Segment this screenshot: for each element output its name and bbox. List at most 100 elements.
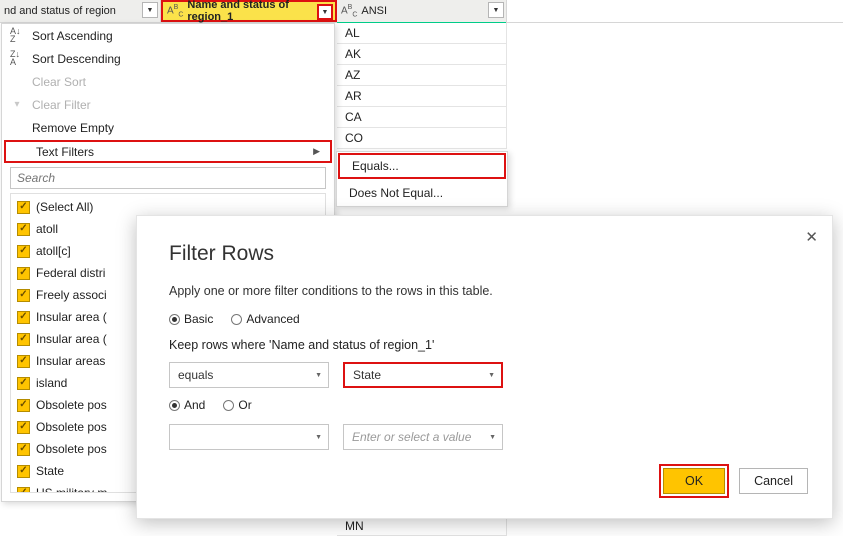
cell[interactable]: CO	[337, 128, 507, 149]
dialog-buttons: OK Cancel	[659, 464, 808, 498]
checkbox-checked-icon[interactable]	[17, 355, 30, 368]
checkbox-checked-icon[interactable]	[17, 333, 30, 346]
value-label: island	[36, 376, 67, 390]
menu-label: Sort Ascending	[32, 29, 113, 43]
text-filters-submenu: Equals... Does Not Equal...	[336, 151, 508, 207]
dropdown-icon[interactable]: ▼	[488, 2, 504, 18]
caret-down-icon: ▼	[488, 372, 495, 379]
mode-basic[interactable]: Basic	[169, 312, 213, 326]
mode-radios: Basic Advanced	[169, 312, 800, 326]
value-label: (Select All)	[36, 200, 93, 214]
cell[interactable]: AR	[337, 86, 507, 107]
menu-label: Text Filters	[36, 145, 94, 159]
checkbox-checked-icon[interactable]	[17, 399, 30, 412]
checkbox-checked-icon[interactable]	[17, 289, 30, 302]
ok-highlight: OK	[659, 464, 729, 498]
search-input[interactable]	[10, 167, 326, 189]
cell[interactable]: AK	[337, 44, 507, 65]
sort-ascending[interactable]: A↓Z Sort Ascending	[2, 24, 334, 47]
combiner-radios: And Or	[169, 398, 800, 412]
checkbox-checked-icon[interactable]	[17, 201, 30, 214]
menu-label: Clear Filter	[32, 98, 91, 112]
value-label: Obsolete pos	[36, 420, 107, 434]
condition-row-2: ▼ Enter or select a value▼	[169, 424, 800, 450]
cell[interactable]: AZ	[337, 65, 507, 86]
placeholder: Enter or select a value	[352, 430, 471, 444]
caret-down-icon: ▼	[315, 372, 322, 379]
operator-select-2[interactable]: ▼	[169, 424, 329, 450]
radio-label: And	[184, 398, 205, 412]
clear-filter-icon: ▾	[10, 99, 24, 110]
operator-select[interactable]: equals ▼	[169, 362, 329, 388]
value-label: Insular areas	[36, 354, 105, 368]
select-value: State	[353, 368, 381, 382]
value-label: State	[36, 464, 64, 478]
column-header-label-0: nd and status of region	[4, 5, 116, 17]
sort-asc-icon: A↓Z	[10, 27, 24, 45]
checkbox-checked-icon[interactable]	[17, 267, 30, 280]
condition-row-1: equals ▼ State ▼	[169, 362, 800, 388]
clear-sort: Clear Sort	[2, 70, 334, 93]
value-label: Freely associ	[36, 288, 107, 302]
datatype-text-icon: ABC	[341, 4, 357, 18]
value-label: Obsolete pos	[36, 442, 107, 456]
dialog-title: Filter Rows	[169, 242, 800, 266]
column-header-ansi[interactable]: ABC ANSI ▼	[337, 0, 507, 22]
combiner-and[interactable]: And	[169, 398, 205, 412]
select-value: equals	[178, 368, 213, 382]
mode-advanced[interactable]: Advanced	[231, 312, 299, 326]
sort-desc-icon: Z↓A	[10, 50, 24, 68]
menu-label: Sort Descending	[32, 52, 121, 66]
remove-empty[interactable]: Remove Empty	[2, 116, 334, 139]
checkbox-checked-icon[interactable]	[17, 443, 30, 456]
value-label: atoll	[36, 222, 58, 236]
checkbox-checked-icon[interactable]	[17, 465, 30, 478]
radio-off-icon	[223, 400, 234, 411]
caret-down-icon: ▼	[315, 434, 322, 441]
column-header-label-1: Name and status of region_1	[187, 0, 331, 23]
clear-filter: ▾ Clear Filter	[2, 93, 334, 116]
menu-label: Does Not Equal...	[349, 186, 443, 200]
dialog-description: Apply one or more filter conditions to t…	[169, 284, 800, 298]
filter-rows-dialog: ✕ Filter Rows Apply one or more filter c…	[136, 215, 833, 519]
column-header-region-1[interactable]: ABC Name and status of region_1 ▼	[161, 0, 337, 22]
checkbox-checked-icon[interactable]	[17, 311, 30, 324]
sort-descending[interactable]: Z↓A Sort Descending	[2, 47, 334, 70]
radio-label: Basic	[184, 312, 213, 326]
value-select-2[interactable]: Enter or select a value▼	[343, 424, 503, 450]
dropdown-icon[interactable]: ▼	[142, 2, 158, 18]
dropdown-icon[interactable]: ▼	[317, 4, 333, 20]
cell[interactable]: CA	[337, 107, 507, 128]
checkbox-checked-icon[interactable]	[17, 223, 30, 236]
value-label: atoll[c]	[36, 244, 71, 258]
column-header-label-2: ANSI	[361, 5, 387, 17]
value-label: Insular area (	[36, 332, 107, 346]
value-label: Federal distri	[36, 266, 105, 280]
cell[interactable]: AL	[337, 23, 507, 44]
checkbox-checked-icon[interactable]	[17, 377, 30, 390]
checkbox-checked-icon[interactable]	[17, 245, 30, 258]
value-label: Insular area (	[36, 310, 107, 324]
menu-label: Clear Sort	[32, 75, 86, 89]
ok-button[interactable]: OK	[663, 468, 725, 494]
submenu-arrow-icon: ▶	[313, 146, 320, 157]
close-icon[interactable]: ✕	[805, 228, 818, 246]
text-filter-does-not-equal[interactable]: Does Not Equal...	[337, 180, 507, 206]
menu-label: Equals...	[352, 159, 399, 173]
radio-label: Or	[238, 398, 251, 412]
checkbox-checked-icon[interactable]	[17, 487, 30, 494]
keep-rows-text: Keep rows where 'Name and status of regi…	[169, 338, 800, 352]
value-select[interactable]: State ▼	[343, 362, 503, 388]
text-filters[interactable]: Text Filters ▶	[4, 140, 332, 163]
value-label: US military m	[36, 486, 107, 493]
datatype-text-icon: ABC	[167, 4, 183, 18]
cancel-button[interactable]: Cancel	[739, 468, 808, 494]
radio-on-icon	[169, 400, 180, 411]
column-header-region[interactable]: nd and status of region ▼	[0, 0, 161, 22]
text-filter-equals[interactable]: Equals...	[338, 153, 506, 179]
radio-off-icon	[231, 314, 242, 325]
combiner-or[interactable]: Or	[223, 398, 251, 412]
checkbox-checked-icon[interactable]	[17, 421, 30, 434]
radio-on-icon	[169, 314, 180, 325]
radio-label: Advanced	[246, 312, 299, 326]
